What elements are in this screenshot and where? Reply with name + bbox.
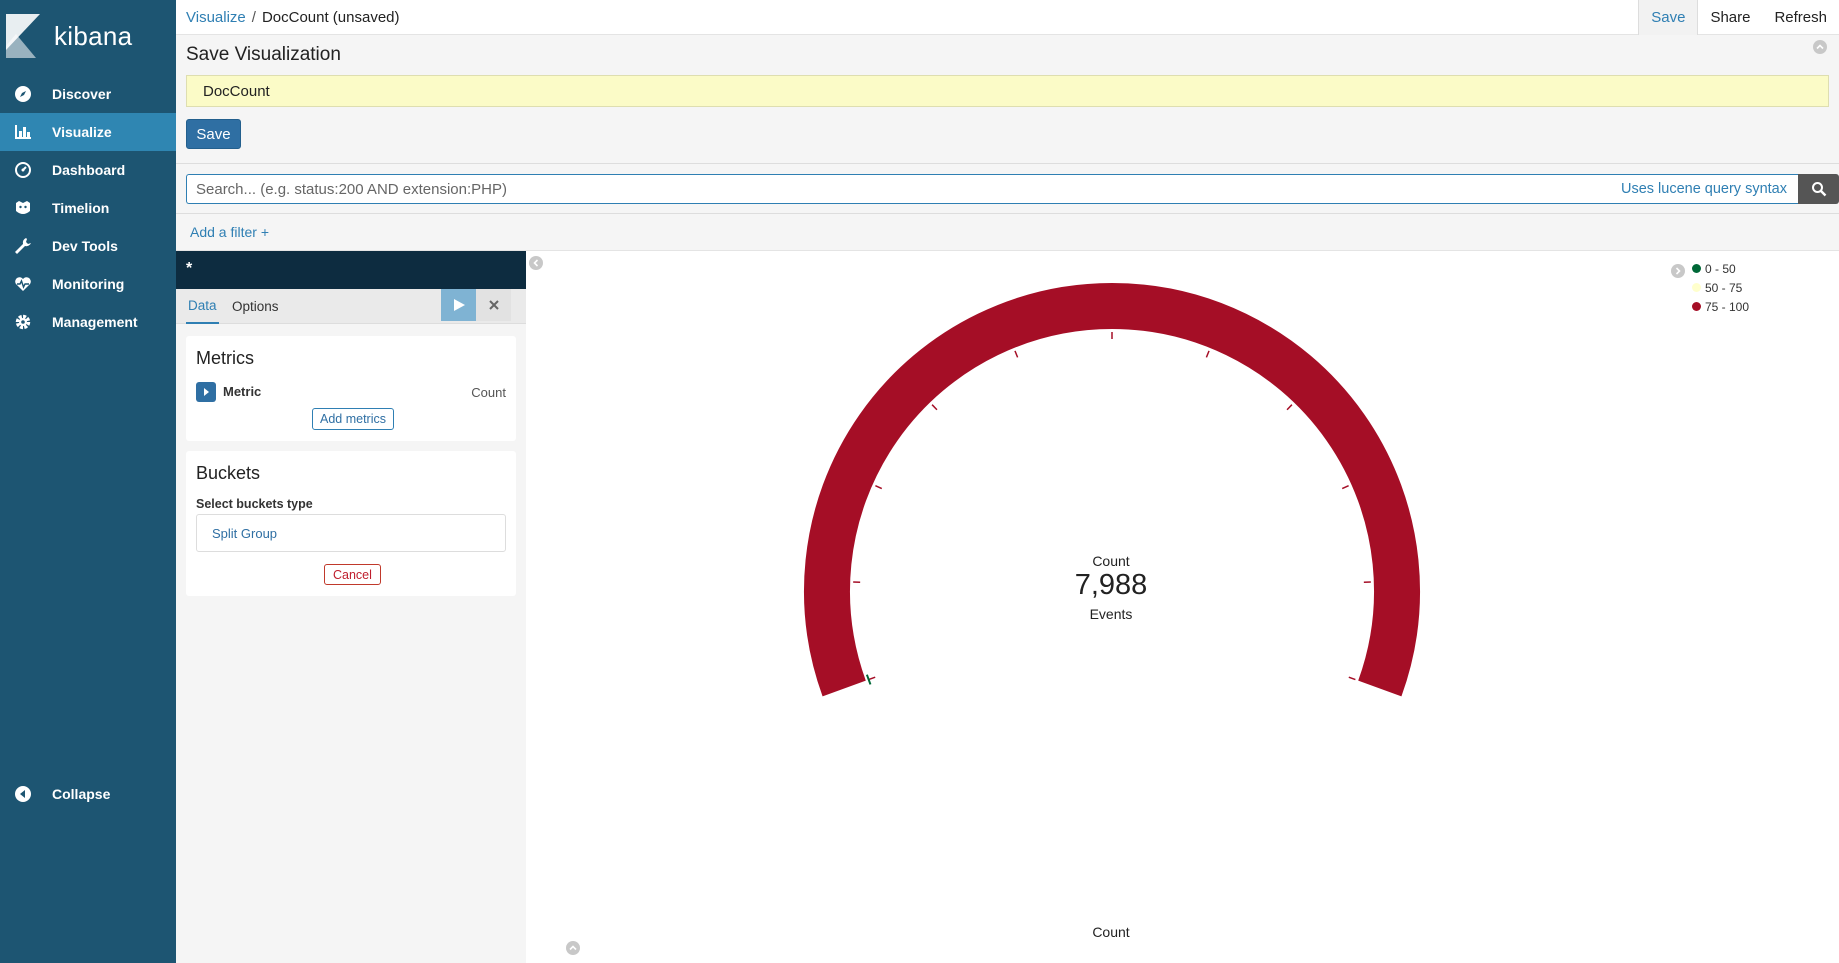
sidebar-nav: Discover Visualize Dashboard Timelion De… bbox=[0, 75, 176, 341]
gauge-bottom-label: Count bbox=[1092, 924, 1130, 940]
save-visualization-panel: Save Visualization Save bbox=[176, 35, 1839, 164]
gauge-label: Count bbox=[1092, 553, 1130, 569]
lucene-syntax-link[interactable]: Uses lucene query syntax bbox=[1621, 181, 1787, 197]
collapse-button[interactable]: Collapse bbox=[0, 775, 176, 813]
chevron-right-icon bbox=[204, 388, 209, 396]
timelion-icon bbox=[13, 198, 33, 218]
legend-dot bbox=[1692, 264, 1701, 273]
sidebar-item-label: Monitoring bbox=[52, 276, 125, 292]
add-metrics-button[interactable]: Add metrics bbox=[312, 408, 394, 430]
legend: 0 - 50 50 - 75 75 - 100 bbox=[1671, 259, 1749, 316]
bar-chart-icon bbox=[13, 122, 33, 142]
sidebar-item-label: Dev Tools bbox=[52, 238, 118, 254]
legend-dot bbox=[1692, 302, 1701, 311]
top-actions: Save Share Refresh bbox=[1638, 0, 1839, 35]
index-pattern-title: * bbox=[176, 251, 526, 289]
metric-expand-toggle[interactable] bbox=[196, 382, 216, 402]
gauge-tick bbox=[1205, 350, 1210, 358]
save-panel-title: Save Visualization bbox=[186, 44, 341, 65]
visualization-area: Count 7,988 Events Count 0 - 50 50 - 75 … bbox=[526, 251, 1839, 963]
legend-item[interactable]: 0 - 50 bbox=[1692, 259, 1749, 278]
save-visualization-button[interactable]: Save bbox=[186, 119, 241, 149]
heartbeat-icon bbox=[13, 274, 33, 294]
breadcrumb-visualize-link[interactable]: Visualize bbox=[186, 9, 246, 26]
kibana-logo[interactable]: kibana bbox=[0, 0, 176, 72]
metric-label: Metric bbox=[223, 384, 262, 399]
sidebar-item-dashboard[interactable]: Dashboard bbox=[0, 151, 176, 189]
collapse-panel-icon[interactable] bbox=[1813, 40, 1827, 54]
wrench-icon bbox=[13, 236, 33, 256]
legend-label: 50 - 75 bbox=[1705, 280, 1743, 295]
gauge-tick bbox=[875, 484, 883, 490]
metrics-title: Metrics bbox=[196, 348, 254, 368]
metric-row[interactable]: Metric Count bbox=[196, 382, 506, 402]
gauge-tick bbox=[931, 404, 938, 411]
search-icon bbox=[1811, 182, 1826, 197]
gauge-sublabel: Events bbox=[1089, 606, 1133, 622]
apply-changes-button[interactable] bbox=[441, 289, 476, 321]
sidebar-item-visualize[interactable]: Visualize bbox=[0, 113, 176, 151]
share-button[interactable]: Share bbox=[1698, 0, 1762, 35]
cancel-button[interactable]: Cancel bbox=[324, 564, 381, 585]
tab-options[interactable]: Options bbox=[232, 289, 279, 324]
gauge-tick bbox=[1341, 484, 1349, 490]
buckets-card: Buckets Select buckets type Split Group … bbox=[186, 451, 516, 596]
sidebar-item-label: Management bbox=[52, 314, 138, 330]
search-button[interactable] bbox=[1798, 174, 1839, 204]
sidebar-item-monitoring[interactable]: Monitoring bbox=[0, 265, 176, 303]
select-buckets-label: Select buckets type bbox=[196, 497, 313, 511]
breadcrumb-separator: / bbox=[251, 9, 256, 26]
visualization-title-input[interactable] bbox=[186, 75, 1829, 107]
search-box: Uses lucene query syntax bbox=[186, 174, 1798, 204]
sidebar-item-label: Timelion bbox=[52, 200, 110, 216]
gear-icon bbox=[13, 312, 33, 332]
filter-bar: Add a filter + bbox=[176, 214, 1839, 251]
buckets-title: Buckets bbox=[196, 463, 261, 483]
sidebar-item-label: Discover bbox=[52, 86, 112, 102]
top-save-button[interactable]: Save bbox=[1638, 0, 1699, 35]
play-icon bbox=[453, 299, 465, 311]
sidebar-item-dev-tools[interactable]: Dev Tools bbox=[0, 227, 176, 265]
collapse-label: Collapse bbox=[52, 786, 111, 802]
sidebar-item-discover[interactable]: Discover bbox=[0, 75, 176, 113]
sidebar-item-management[interactable]: Management bbox=[0, 303, 176, 341]
discard-changes-button[interactable] bbox=[476, 289, 511, 321]
collapse-left-icon bbox=[13, 784, 33, 804]
kibana-logo-icon bbox=[6, 14, 40, 58]
vis-editor-sidebar: * Data Options Metrics Metric Count Add … bbox=[176, 251, 526, 963]
metric-aggregation: Count bbox=[471, 385, 506, 400]
gauge-tick bbox=[1348, 676, 1356, 681]
legend-label: 0 - 50 bbox=[1705, 261, 1736, 276]
tab-data[interactable]: Data bbox=[186, 289, 219, 324]
dashboard-icon bbox=[13, 160, 33, 180]
legend-dot bbox=[1692, 283, 1701, 292]
legend-label: 75 - 100 bbox=[1705, 299, 1750, 314]
search-bar: Uses lucene query syntax bbox=[176, 164, 1839, 214]
breadcrumb-current: DocCount (unsaved) bbox=[261, 9, 400, 26]
gauge-tick bbox=[1014, 350, 1019, 358]
sidebar-item-label: Visualize bbox=[52, 124, 112, 140]
compass-icon bbox=[13, 84, 33, 104]
close-icon bbox=[488, 300, 499, 310]
editor-tabs: Data Options bbox=[176, 289, 526, 324]
logo-text: kibana bbox=[54, 20, 133, 51]
collapse-bottom-icon[interactable] bbox=[566, 941, 580, 955]
sidebar: kibana Discover Visualize Dashboard Time… bbox=[0, 0, 176, 963]
add-filter-link[interactable]: Add a filter + bbox=[190, 224, 269, 240]
breadcrumb: Visualize / DocCount (unsaved) bbox=[186, 9, 400, 26]
legend-item[interactable]: 50 - 75 bbox=[1692, 278, 1749, 297]
gauge-tick bbox=[1286, 404, 1293, 411]
gauge-value: 7,988 bbox=[1074, 569, 1148, 601]
bucket-type-option[interactable]: Split Group bbox=[196, 514, 506, 552]
top-bar: Visualize / DocCount (unsaved) Save Share … bbox=[176, 0, 1839, 35]
gauge-arc bbox=[804, 283, 1420, 697]
legend-item[interactable]: 75 - 100 bbox=[1692, 297, 1749, 316]
sidebar-item-label: Dashboard bbox=[52, 162, 126, 178]
metrics-card: Metrics Metric Count Add metrics bbox=[186, 336, 516, 441]
refresh-button[interactable]: Refresh bbox=[1762, 0, 1839, 35]
sidebar-item-timelion[interactable]: Timelion bbox=[0, 189, 176, 227]
legend-toggle-icon[interactable] bbox=[1671, 264, 1685, 278]
search-input[interactable] bbox=[196, 175, 1396, 203]
